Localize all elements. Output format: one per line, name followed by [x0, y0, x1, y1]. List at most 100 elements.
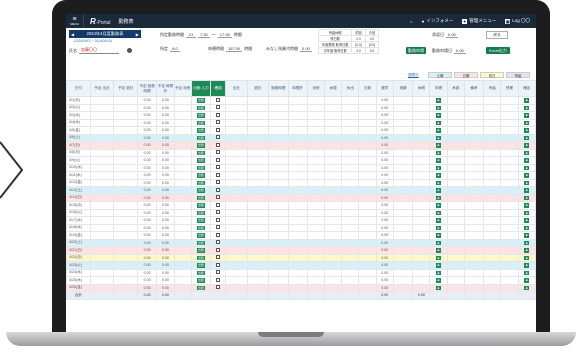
row-action-button[interactable]: ■	[436, 143, 442, 148]
punch-button[interactable]: 出勤	[196, 188, 205, 193]
row-action-button[interactable]: ■	[524, 150, 530, 155]
info-icon[interactable]	[127, 48, 132, 53]
punch-button[interactable]: 出勤	[196, 135, 205, 140]
confirm-checkbox[interactable]	[216, 112, 221, 117]
row-action-button[interactable]: ■	[524, 173, 530, 178]
punch-button[interactable]: 出勤	[196, 210, 205, 215]
row-action-button[interactable]: ■	[524, 120, 530, 125]
row-action-button[interactable]: ■	[524, 188, 530, 193]
confirm-checkbox[interactable]	[216, 165, 221, 170]
punch-button[interactable]: 出勤	[196, 195, 205, 200]
row-action-button[interactable]: ■	[524, 135, 530, 140]
confirm-checkbox[interactable]	[216, 240, 221, 245]
row-action-button[interactable]: ■	[524, 143, 530, 148]
home-link[interactable]: ⌂	[410, 19, 413, 24]
punch-button[interactable]: 出勤	[196, 225, 205, 230]
row-action-button[interactable]: ■	[436, 180, 442, 185]
row-action-button[interactable]: ■	[524, 98, 530, 103]
app-logo[interactable]: R-Portal	[90, 17, 111, 26]
punch-button[interactable]: 出勤	[196, 270, 205, 275]
end-time-input[interactable]: 17:30	[217, 32, 232, 38]
row-action-button[interactable]: ■	[436, 270, 442, 275]
week-view-link[interactable]: 週表示	[408, 73, 419, 78]
break-time-input[interactable]: 157:30	[226, 46, 243, 52]
confirm-checkbox[interactable]	[216, 135, 221, 140]
confirm-checkbox[interactable]	[216, 127, 221, 132]
logout-link[interactable]: ▣ Log 〇〇	[505, 18, 530, 24]
work-days-input[interactable]: 21	[186, 32, 196, 38]
row-action-button[interactable]: ■	[436, 105, 442, 110]
next-month-button[interactable]: ▶	[136, 32, 139, 37]
prev-month-button[interactable]: ◀	[71, 32, 74, 37]
fixed-time-input[interactable]: 8.0	[170, 46, 180, 52]
confirm-checkbox[interactable]	[216, 97, 221, 102]
punch-button[interactable]: 出勤	[196, 255, 205, 260]
confirm-checkbox[interactable]	[216, 262, 221, 267]
row-action-button[interactable]: ■	[524, 270, 530, 275]
confirm-checkbox[interactable]	[216, 255, 221, 260]
row-action-button[interactable]: ■	[436, 218, 442, 223]
row-action-button[interactable]: ■	[436, 255, 442, 260]
row-action-button[interactable]: ■	[524, 210, 530, 215]
row-action-button[interactable]: ■	[524, 240, 530, 245]
punch-button[interactable]: 出勤	[196, 180, 205, 185]
row-action-button[interactable]: ■	[524, 278, 530, 283]
punch-button[interactable]: 出勤	[196, 218, 205, 223]
row-action-button[interactable]: ■	[436, 225, 442, 230]
confirm-checkbox[interactable]	[216, 285, 221, 290]
punch-button[interactable]: 出勤	[196, 278, 205, 283]
confirm-checkbox[interactable]	[216, 142, 221, 147]
row-action-button[interactable]: ■	[524, 285, 530, 290]
row-action-button[interactable]: ■	[436, 150, 442, 155]
confirm-checkbox[interactable]	[216, 225, 221, 230]
confirm-checkbox[interactable]	[216, 202, 221, 207]
row-action-button[interactable]: ■	[436, 195, 442, 200]
punch-button[interactable]: 出勤	[196, 105, 205, 110]
confirm-checkbox[interactable]	[216, 105, 221, 110]
row-action-button[interactable]: ■	[436, 210, 442, 215]
row-action-button[interactable]: ■	[524, 248, 530, 253]
row-action-button[interactable]: ■	[436, 165, 442, 170]
row-action-button[interactable]: ■	[436, 285, 442, 290]
confirm-checkbox[interactable]	[216, 187, 221, 192]
row-action-button[interactable]: ■	[436, 173, 442, 178]
punch-button[interactable]: 出勤	[196, 240, 205, 245]
employee-name-field[interactable]: 加藤〇〇	[79, 47, 119, 54]
row-action-button[interactable]: ■	[436, 233, 442, 238]
row-action-button[interactable]: ■	[524, 128, 530, 133]
punch-button[interactable]: 出勤	[196, 203, 205, 208]
punch-button[interactable]: 出勤	[196, 113, 205, 118]
row-action-button[interactable]: ■	[524, 158, 530, 163]
start-time-input[interactable]: 7:30	[198, 32, 210, 38]
excel-export-button[interactable]: Excel出力	[486, 47, 510, 54]
row-action-button[interactable]: ■	[524, 180, 530, 185]
confirm-checkbox[interactable]	[216, 195, 221, 200]
row-action-button[interactable]: ■	[524, 195, 530, 200]
admin-menu-link[interactable]: ✦ 管理メニュー	[462, 18, 496, 24]
row-action-button[interactable]: ■	[524, 113, 530, 118]
deemed-overtime-input[interactable]: 0.00	[300, 46, 312, 52]
row-action-button[interactable]: ■	[436, 113, 442, 118]
return-button[interactable]: 戻る	[486, 31, 508, 39]
confirm-checkbox[interactable]	[216, 180, 221, 185]
row-action-button[interactable]: ■	[436, 120, 442, 125]
punch-button[interactable]: 出勤	[196, 143, 205, 148]
row-action-button[interactable]: ■	[436, 240, 442, 245]
punch-button[interactable]: 出勤	[196, 285, 205, 290]
info-link[interactable]: ● インフォメー	[422, 18, 454, 24]
confirm-checkbox[interactable]	[216, 270, 221, 275]
row-action-button[interactable]: ■	[436, 248, 442, 253]
row-action-button[interactable]: ■	[524, 255, 530, 260]
work-apply-button[interactable]: 勤務申請	[406, 47, 426, 54]
row-action-button[interactable]: ■	[524, 105, 530, 110]
row-action-button[interactable]: ■	[524, 263, 530, 268]
confirm-checkbox[interactable]	[216, 150, 221, 155]
punch-button[interactable]: 出勤	[196, 165, 205, 170]
punch-button[interactable]: 出勤	[196, 158, 205, 163]
confirm-checkbox[interactable]	[216, 247, 221, 252]
punch-button[interactable]: 出勤	[196, 173, 205, 178]
punch-button[interactable]: 出勤	[196, 120, 205, 125]
row-action-button[interactable]: ■	[524, 218, 530, 223]
row-action-button[interactable]: ■	[524, 203, 530, 208]
punch-button[interactable]: 出勤	[196, 263, 205, 268]
